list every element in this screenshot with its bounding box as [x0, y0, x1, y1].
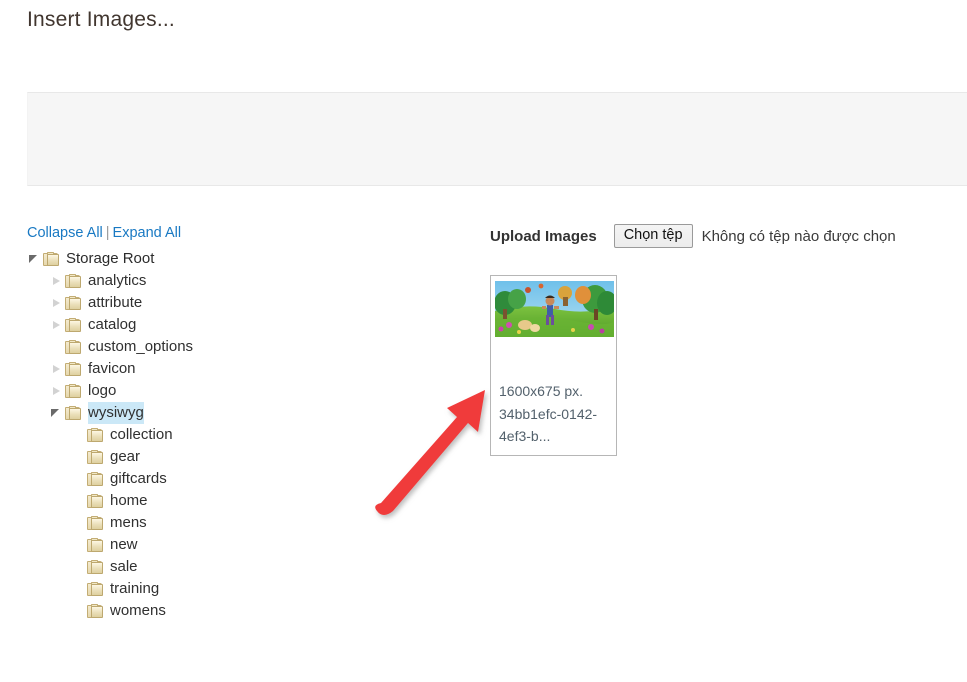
- tree-node-catalog[interactable]: catalog: [27, 314, 467, 336]
- tree-node-sale[interactable]: sale: [27, 556, 467, 578]
- toggle-spacer-icon: [71, 450, 85, 464]
- folder-icon: [87, 471, 104, 487]
- folder-icon: [87, 603, 104, 619]
- tree-node-label: catalog: [88, 316, 137, 333]
- folder-icon: [87, 559, 104, 575]
- tree-node-giftcards[interactable]: giftcards: [27, 468, 467, 490]
- tree-node-logo[interactable]: logo: [27, 380, 467, 402]
- folder-icon: [87, 515, 104, 531]
- tree-node-gear[interactable]: gear: [27, 446, 467, 468]
- tree-node-label: giftcards: [110, 470, 167, 487]
- tree-node-wysiwyg[interactable]: wysiwyg: [27, 402, 467, 424]
- folder-tree-pane: Collapse All | Expand All Storage Root anal…: [27, 223, 467, 622]
- tree-node-label: analytics: [88, 272, 147, 289]
- tree-actions-separator: |: [105, 225, 110, 241]
- toggle-spacer-icon: [71, 472, 85, 486]
- tree-node-label: new: [110, 536, 138, 553]
- tree-node-label: womens: [110, 602, 166, 619]
- tree-node-label: sale: [110, 558, 138, 575]
- thumbnail-filename-line-1: 34bb1efc-0142-: [499, 405, 598, 422]
- tree-actions: Collapse All | Expand All: [27, 223, 467, 243]
- expand-toggle-icon[interactable]: [49, 296, 63, 310]
- tree-node-label: logo: [88, 382, 117, 399]
- choose-file-button[interactable]: Chọn tệp: [613, 224, 693, 248]
- tree-node-collection[interactable]: collection: [27, 424, 467, 446]
- folder-icon: [65, 273, 82, 289]
- folder-icon: [87, 449, 104, 465]
- tree-node-analytics[interactable]: analytics: [27, 270, 467, 292]
- folder-icon: [43, 251, 60, 267]
- tree-node-label: gear: [110, 448, 141, 465]
- tree-node-label: attribute: [88, 294, 143, 311]
- tree-node-label: Storage Root: [66, 250, 155, 267]
- toggle-spacer-icon: [71, 582, 85, 596]
- toggle-spacer-icon: [49, 340, 63, 354]
- folder-icon: [87, 427, 104, 443]
- tree-node-label: wysiwyg: [88, 402, 144, 424]
- folder-icon: [65, 295, 82, 311]
- upload-pane: Upload Images Chọn tệp Không có tệp nào …: [490, 223, 967, 249]
- tree-node-home[interactable]: home: [27, 490, 467, 512]
- collapse-toggle-icon[interactable]: [49, 406, 63, 420]
- expand-toggle-icon[interactable]: [49, 318, 63, 332]
- toggle-spacer-icon: [71, 428, 85, 442]
- empty-content-panel: [27, 92, 967, 186]
- tree-node-custom-options[interactable]: custom_options: [27, 336, 467, 358]
- file-selection-status: Không có tệp nào được chọn: [701, 227, 896, 245]
- upload-images-label: Upload Images: [490, 227, 597, 245]
- thumbnail-preview-image[interactable]: [495, 281, 614, 337]
- tree-node-favicon[interactable]: favicon: [27, 358, 467, 380]
- tree-node-label: favicon: [88, 360, 136, 377]
- insert-images-dialog: Insert Images... Collapse All | Expand All…: [0, 0, 967, 682]
- collapse-all-link[interactable]: Collapse All: [27, 225, 103, 241]
- folder-icon: [87, 581, 104, 597]
- toggle-spacer-icon: [71, 516, 85, 530]
- folder-icon: [65, 405, 82, 421]
- tree-node-storage-root[interactable]: Storage Root: [27, 248, 467, 270]
- thumbnail-metadata: 1600x675 px. 34bb1efc-0142- 4ef3-b...: [499, 380, 612, 448]
- tree-node-label: mens: [110, 514, 147, 531]
- tree-node-label: training: [110, 580, 160, 597]
- expand-toggle-icon[interactable]: [49, 362, 63, 376]
- folder-icon: [65, 383, 82, 399]
- folder-icon: [65, 361, 82, 377]
- image-thumbnail-card[interactable]: 1600x675 px. 34bb1efc-0142- 4ef3-b...: [490, 275, 617, 456]
- expand-toggle-icon[interactable]: [49, 384, 63, 398]
- toggle-spacer-icon: [71, 538, 85, 552]
- folder-icon: [87, 493, 104, 509]
- expand-toggle-icon[interactable]: [49, 274, 63, 288]
- tree-node-new[interactable]: new: [27, 534, 467, 556]
- tree-node-label: custom_options: [88, 338, 194, 355]
- collapse-toggle-icon[interactable]: [27, 252, 41, 266]
- tree-node-label: collection: [110, 426, 173, 443]
- folder-tree: Storage Root analytics attribute catalog cus…: [27, 248, 467, 622]
- tree-node-training[interactable]: training: [27, 578, 467, 600]
- toggle-spacer-icon: [71, 494, 85, 508]
- folder-icon: [65, 339, 82, 355]
- folder-icon: [87, 537, 104, 553]
- page-title: Insert Images...: [27, 8, 175, 31]
- thumbnail-filename-line-2: 4ef3-b...: [499, 428, 551, 444]
- upload-row: Upload Images Chọn tệp Không có tệp nào …: [490, 223, 967, 249]
- tree-node-label: home: [110, 492, 148, 509]
- toggle-spacer-icon: [71, 560, 85, 574]
- tree-node-mens[interactable]: mens: [27, 512, 467, 534]
- toggle-spacer-icon: [71, 604, 85, 618]
- expand-all-link[interactable]: Expand All: [113, 225, 182, 241]
- tree-node-attribute[interactable]: attribute: [27, 292, 467, 314]
- thumbnail-dimensions: 1600x675 px.: [499, 383, 584, 399]
- tree-node-womens[interactable]: womens: [27, 600, 467, 622]
- folder-icon: [65, 317, 82, 333]
